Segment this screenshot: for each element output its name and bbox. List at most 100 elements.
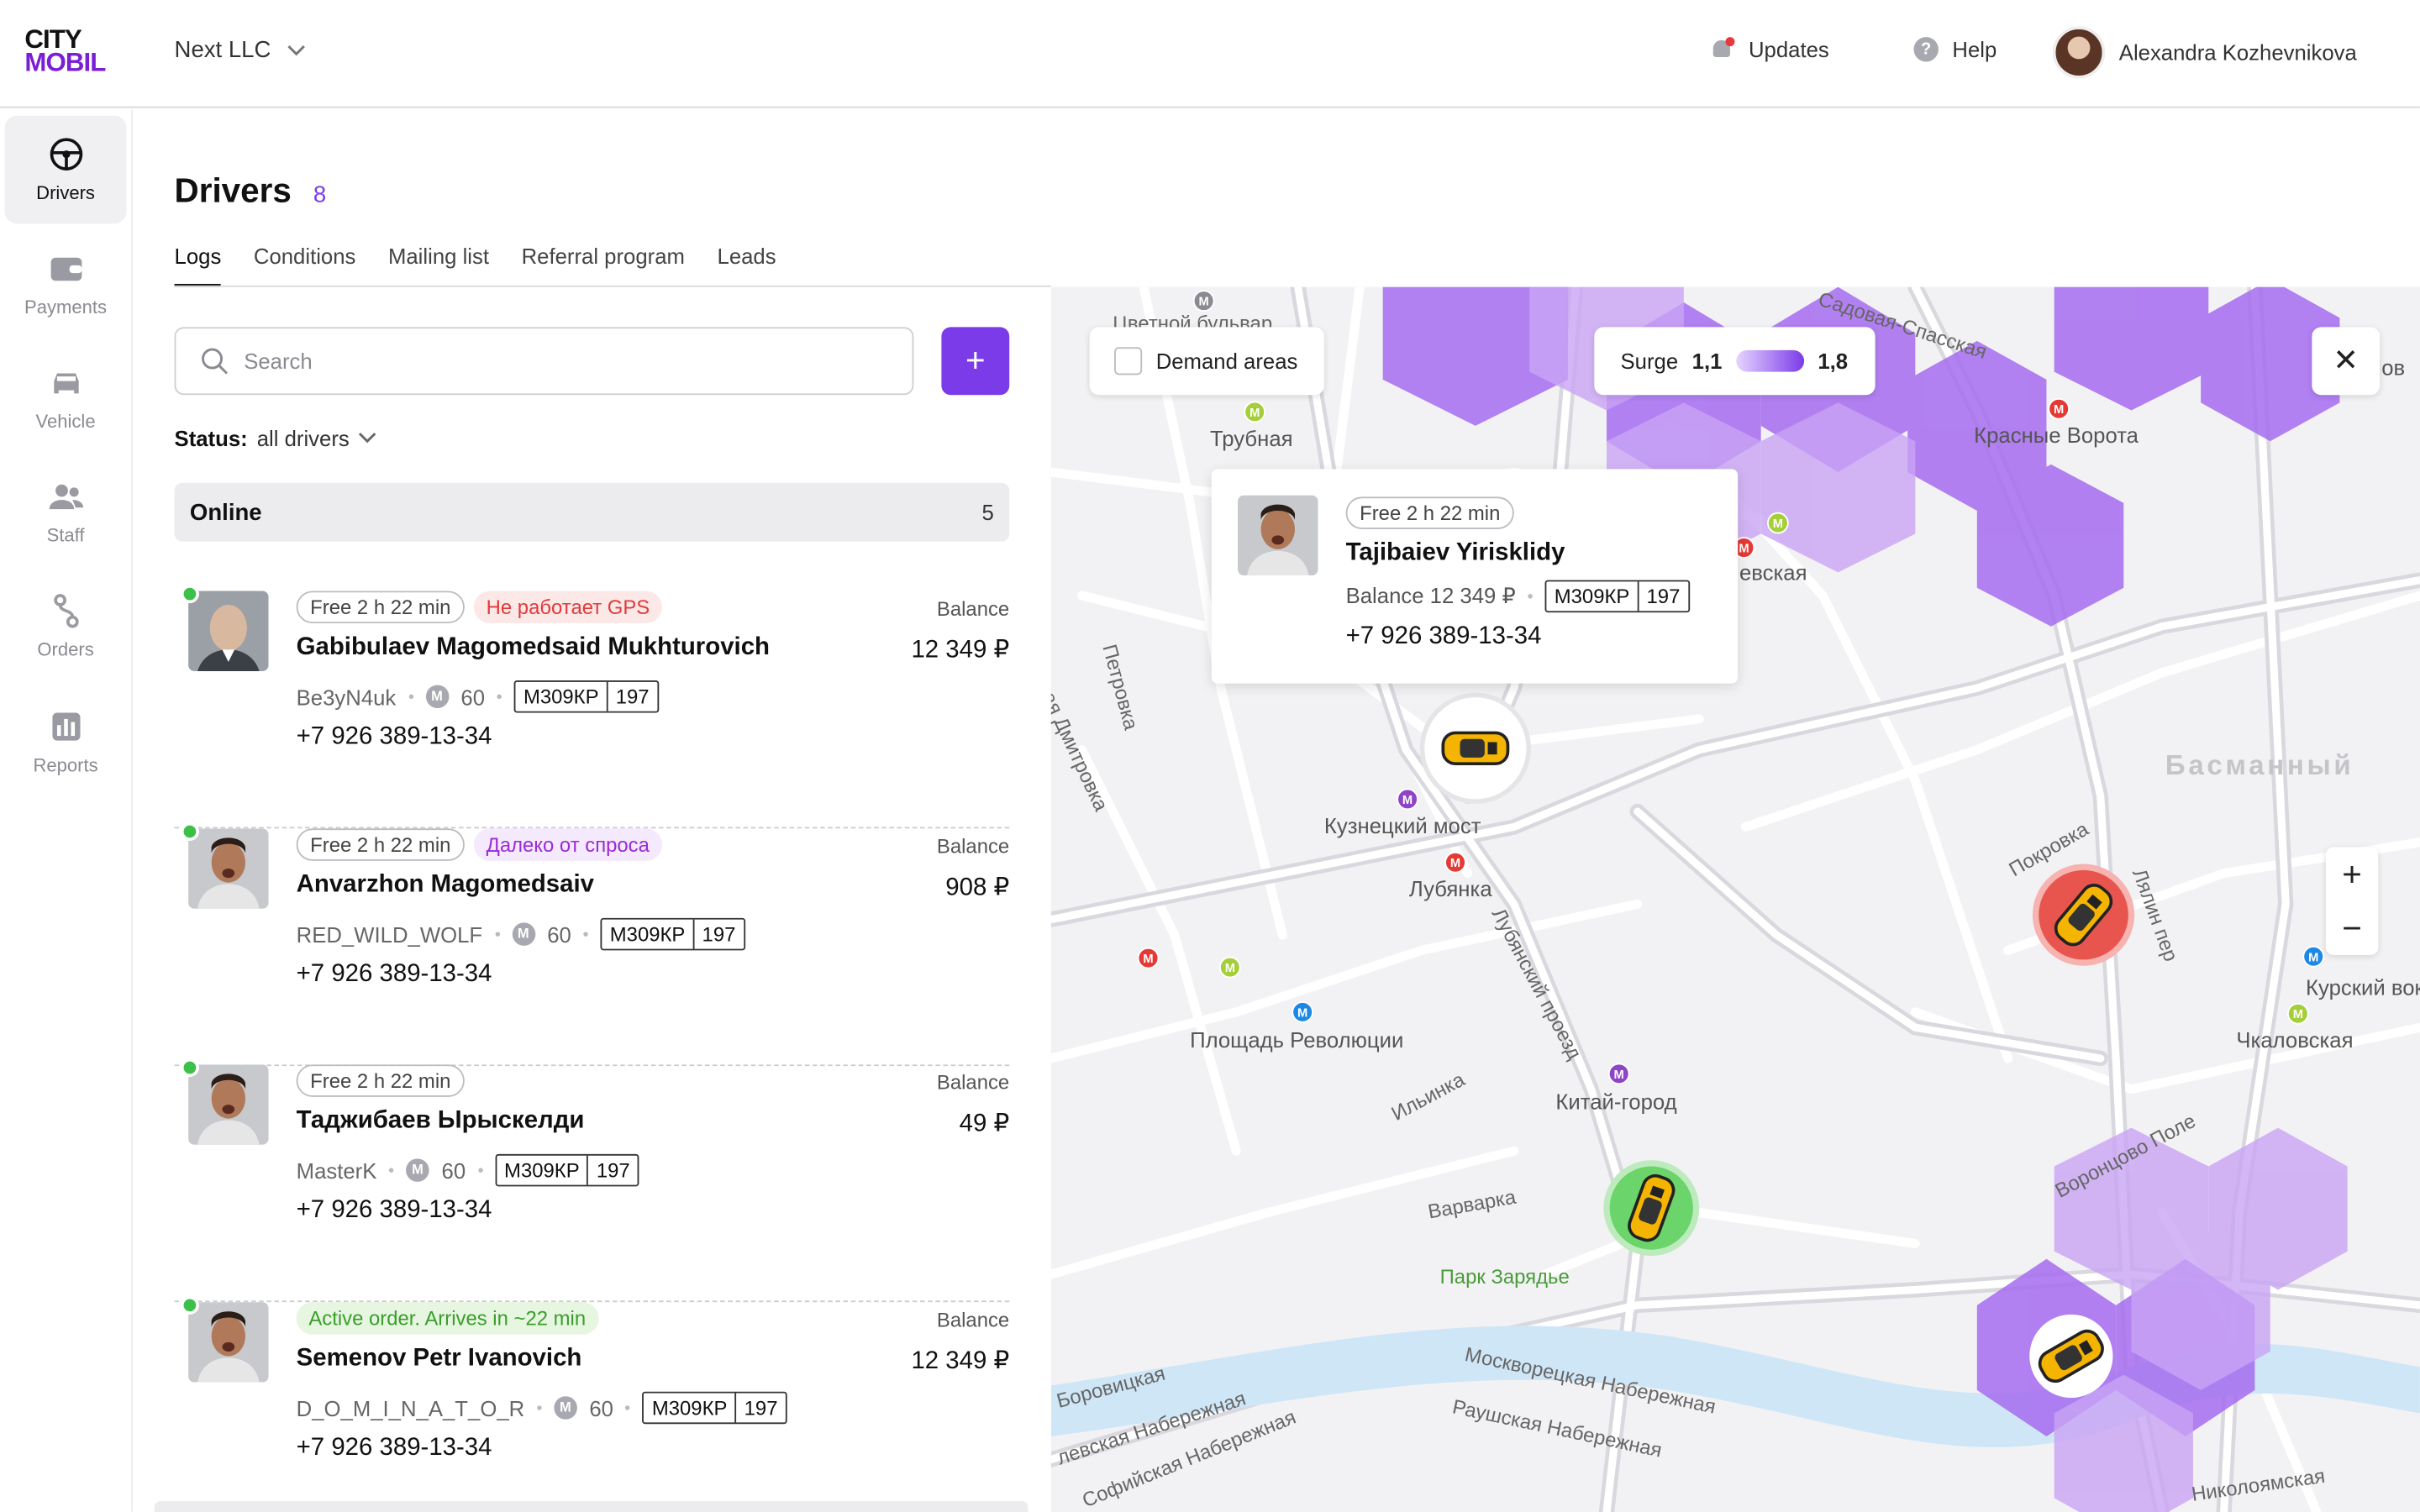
metro-icon: M [406,1158,429,1182]
sidebar-item-payments[interactable]: Payments [5,230,127,339]
map-label-basmanny: Басманный [2165,749,2354,781]
metro-icon: M [1397,788,1418,811]
metro-icon: M [1137,947,1160,969]
plate-number: М309КР [504,1158,580,1182]
balance-label: Balance [936,596,1010,621]
driver-row[interactable]: Free 2 h 22 min Далеко от спроса Anvarzho… [174,822,1010,1067]
driver-photo [188,1302,269,1383]
tab-leads[interactable]: Leads [718,244,776,286]
tab-mailing-list[interactable]: Mailing list [388,244,489,286]
plate-region: 197 [606,681,657,711]
separator-dot [494,932,500,937]
plate-region: 197 [1637,581,1688,612]
bar-chart-icon [51,712,80,741]
route-icon [53,594,78,628]
driver-chips: Free 2 h 22 min Не работает GPS [296,591,662,624]
demand-areas-toggle[interactable]: Demand areas [1089,327,1324,396]
sidebar-item-label: Payments [24,296,108,318]
driver-rating: 60 [441,1158,466,1183]
search-icon [202,348,229,375]
status-filter[interactable]: Status: all drivers [175,426,377,450]
help-label: Help [1952,37,1997,62]
taxi-car-icon [2033,1324,2109,1389]
driver-name: Gabibulaev Magomedsaid Mukhturovich [296,633,770,661]
car-marker[interactable] [1424,697,1527,800]
plate-number: М309КР [609,922,686,946]
online-indicator [180,1295,199,1315]
user-name: Alexandra Kozhevnikova [2118,39,2357,66]
drivers-count: 8 [313,181,327,208]
driver-status-chip: Free 2 h 22 min [296,591,465,624]
driver-row[interactable]: Active order. Arrives in ~22 min Semenov… [175,1295,1009,1512]
separator-dot [625,1405,631,1410]
metro-icon: M [1218,956,1241,979]
search-box[interactable] [174,327,914,396]
license-plate: М309КР 197 [1544,580,1690,613]
sidebar-item-drivers[interactable]: Drivers [4,115,127,224]
taxi-car-icon [2049,878,2118,953]
tab-referral-program[interactable]: Referral program [522,244,685,286]
driver-photo [188,591,269,671]
driver-popup[interactable]: Free 2 h 22 min Tajibaiev Yirisklidy Bal… [1211,469,1739,684]
driver-name: Таджибаев Ырыскелди [296,1107,585,1134]
plate-number: М309КР [523,685,599,709]
sidebar-item-label: Drivers [36,181,95,204]
close-map-button[interactable]: ✕ [2312,327,2381,396]
separator-dot [497,694,502,700]
company-selector[interactable]: Next LLC [175,37,305,63]
driver-nickname: D_O_M_I_N_A_T_O_R [296,1395,525,1420]
driver-status-chip: Free 2 h 22 min [1345,496,1514,529]
plate-number: М309КР [1554,585,1630,608]
driver-balance: Balance 12 349 ₽ [1345,583,1516,608]
user-menu[interactable]: Alexandra Kozhevnikova [2052,26,2357,79]
map-label-kitay-gorod: Китай-город [1555,1089,1677,1115]
tabs-divider [174,285,1051,287]
car-icon [53,373,78,394]
top-header: CITY MOBIL Next LLC Updates ? Help Alexa… [0,0,2420,108]
driver-photo [188,828,269,909]
driver-balance: 908 ₽ [945,874,1010,901]
metro-icon: M [1292,1001,1314,1023]
chevron-down-icon [359,433,377,444]
map-label-zaryadye: Парк Зарядье [1439,1265,1570,1289]
metro-icon: M [512,922,535,946]
group-header-online[interactable]: Online 5 [174,482,1010,542]
driver-phone: +7 926 389-13-34 [296,1435,492,1462]
surge-legend: Surge 1,1 1,8 [1594,327,1876,396]
surge-max: 1,8 [1818,349,1849,374]
driver-chips: Free 2 h 22 min Далеко от спроса [296,828,662,861]
sidebar-item-vehicle[interactable]: Vehicle [5,344,127,453]
sidebar-item-label: Reports [33,754,98,776]
driver-balance: 12 349 ₽ [911,637,1010,664]
sidebar-item-reports[interactable]: Reports [5,688,127,796]
group-count: 5 [981,500,994,525]
question-icon: ? [1913,37,1939,62]
driver-nickname: MasterK [296,1158,377,1183]
tab-conditions[interactable]: Conditions [254,244,356,286]
separator-dot [389,1168,394,1173]
wallet-icon [50,257,82,281]
driver-row[interactable]: Free 2 h 22 min Таджибаев Ырыскелди Mast… [174,1058,1009,1303]
zoom-out-button[interactable]: − [2326,901,2378,955]
add-driver-button[interactable]: + [941,327,1010,396]
plate-region: 197 [734,1393,786,1423]
zoom-in-button[interactable]: + [2326,847,2378,900]
separator-dot [1528,594,1534,599]
map-label-kursky: Курский вокзал [2306,974,2420,1000]
online-indicator [180,1058,199,1078]
updates-button[interactable]: Updates [1710,37,1829,61]
sidebar-item-orders[interactable]: Orders [5,572,127,680]
avatar [2052,26,2106,79]
tab-logs[interactable]: Logs [174,244,222,287]
demand-areas-checkbox[interactable] [1114,347,1143,375]
balance-label: Balance [936,834,1010,858]
group-name: Online [189,499,262,526]
plate-region: 197 [587,1155,638,1185]
citymobil-logo[interactable]: CITY MOBIL [24,26,114,76]
driver-rating: 60 [547,921,571,947]
driver-row[interactable]: Free 2 h 22 min Не работает GPS Gabibulae… [174,585,1010,829]
sidebar-item-staff[interactable]: Staff [5,458,127,566]
search-input[interactable] [244,349,861,374]
plate-region: 197 [692,919,744,949]
help-button[interactable]: ? Help [1913,37,1997,62]
